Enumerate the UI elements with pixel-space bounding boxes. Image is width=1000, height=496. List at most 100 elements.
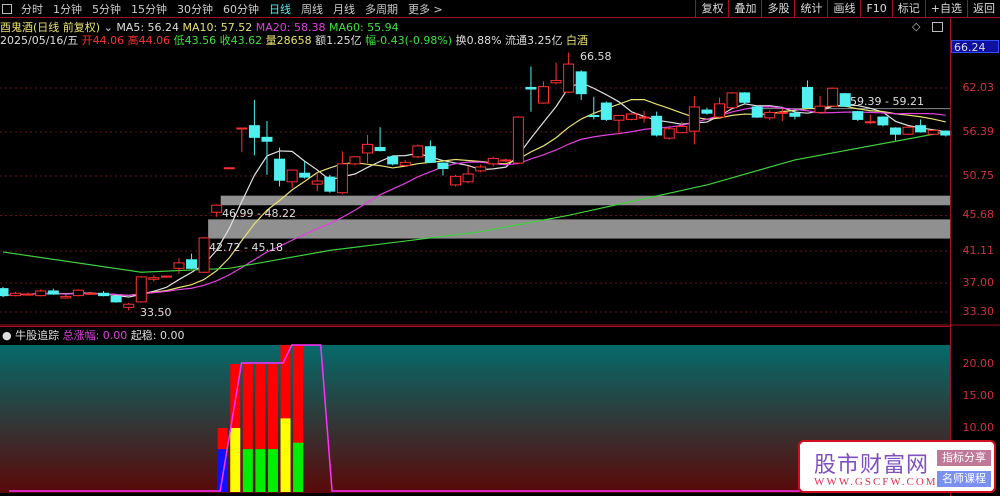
toolbar-button[interactable]: 复权 — [695, 0, 728, 18]
candle[interactable] — [437, 162, 449, 176]
candle[interactable] — [374, 127, 386, 152]
candle[interactable] — [487, 156, 499, 167]
toolbar-button[interactable]: 多股 — [761, 0, 794, 18]
candle[interactable] — [739, 92, 751, 104]
candle[interactable] — [462, 166, 474, 184]
candle-body — [801, 86, 813, 109]
candle[interactable] — [538, 81, 550, 104]
candle[interactable] — [588, 96, 600, 120]
candle[interactable] — [135, 276, 147, 303]
panel-icon[interactable] — [932, 22, 943, 32]
candle[interactable] — [72, 289, 84, 297]
candle[interactable] — [889, 127, 901, 141]
candle[interactable] — [261, 120, 273, 175]
candle[interactable] — [0, 287, 9, 298]
period-tab[interactable]: 多周期 — [360, 3, 403, 16]
candle[interactable] — [864, 114, 876, 125]
period-tab[interactable]: 月线 — [328, 3, 360, 16]
candle[interactable] — [764, 110, 776, 121]
candle[interactable] — [814, 96, 826, 114]
candle[interactable] — [160, 275, 172, 278]
period-tab[interactable]: 周线 — [296, 3, 328, 16]
candle[interactable] — [450, 174, 462, 187]
candle[interactable] — [613, 114, 625, 135]
period-tab[interactable]: 更多 > — [403, 3, 448, 16]
candle[interactable] — [751, 106, 763, 118]
candle[interactable] — [173, 258, 185, 274]
candle[interactable] — [362, 135, 374, 164]
diamond-icon[interactable]: ◇ — [912, 20, 920, 33]
candle[interactable] — [123, 302, 135, 311]
period-tab[interactable]: 1分钟 — [48, 3, 87, 16]
period-tab[interactable]: 15分钟 — [126, 3, 172, 16]
price-axis: 62.03 56.39 50.75 45.68 41.11 37.00 33.30 20.00… — [950, 18, 1000, 496]
candle[interactable] — [512, 116, 524, 164]
indicator-name[interactable]: 牛股追踪 — [15, 329, 59, 342]
price-tick: 56.39 — [962, 124, 995, 138]
candle-body — [927, 129, 939, 135]
candle[interactable] — [110, 294, 122, 303]
candle[interactable] — [776, 108, 788, 121]
candle[interactable] — [60, 294, 72, 299]
kline-chart[interactable]: 66.58 33.50 46.99 - 48.22 42.72 - 45.18 … — [0, 0, 1000, 496]
candle[interactable] — [349, 156, 361, 166]
candle[interactable] — [186, 253, 198, 270]
candle[interactable] — [35, 289, 47, 297]
candle[interactable] — [563, 52, 575, 93]
candle[interactable] — [336, 151, 348, 195]
candle[interactable] — [688, 96, 700, 145]
period-tab[interactable]: 日线 — [264, 3, 296, 16]
candle[interactable] — [726, 92, 738, 109]
candle[interactable] — [98, 290, 110, 297]
toolbar-button[interactable]: 标记 — [891, 0, 925, 18]
candle[interactable] — [10, 291, 22, 297]
toolbar-button[interactable]: 画线 — [827, 0, 860, 18]
candle[interactable] — [827, 87, 839, 107]
candle[interactable] — [424, 140, 436, 164]
period-tab[interactable]: 5分钟 — [87, 3, 126, 16]
candle[interactable] — [915, 119, 927, 133]
toolbar-button[interactable]: +自选 — [924, 0, 967, 18]
toolbar-button[interactable]: 统计 — [794, 0, 827, 18]
candle[interactable] — [274, 147, 286, 187]
period-tab[interactable]: 分时 — [16, 3, 48, 16]
quote-sector[interactable]: 白酒 — [566, 34, 588, 47]
candle[interactable] — [927, 129, 939, 136]
candle[interactable] — [475, 164, 487, 173]
candle[interactable] — [500, 158, 512, 163]
candle[interactable] — [902, 126, 914, 136]
candle[interactable] — [198, 237, 210, 274]
panel-toggle-icon[interactable] — [2, 3, 12, 14]
candle[interactable] — [223, 167, 235, 170]
candle[interactable] — [638, 110, 650, 123]
candle[interactable] — [626, 113, 637, 121]
candle[interactable] — [324, 174, 336, 193]
candle[interactable] — [852, 110, 864, 121]
chevron-down-icon[interactable]: ● — [2, 329, 12, 342]
candle[interactable] — [877, 116, 889, 127]
indicator-bar — [255, 364, 266, 492]
candle[interactable] — [248, 99, 260, 156]
candle[interactable] — [148, 275, 160, 282]
quote-turnover: 换0.88% — [455, 34, 502, 47]
candle[interactable] — [387, 155, 399, 166]
toolbar-button[interactable]: 叠加 — [728, 0, 761, 18]
candle[interactable] — [701, 107, 713, 115]
candle[interactable] — [575, 70, 587, 100]
candle[interactable] — [713, 97, 725, 118]
period-tab[interactable]: 30分钟 — [172, 3, 218, 16]
candle[interactable] — [600, 101, 612, 121]
candle[interactable] — [525, 66, 537, 112]
candle[interactable] — [839, 92, 851, 107]
candle[interactable] — [85, 291, 97, 295]
candle[interactable] — [801, 80, 813, 110]
candle[interactable] — [47, 288, 59, 295]
candle[interactable] — [550, 62, 562, 85]
candle[interactable] — [22, 292, 34, 296]
candle[interactable] — [651, 111, 663, 137]
period-tab[interactable]: 60分钟 — [218, 3, 264, 16]
toolbar-button[interactable]: 返回 — [967, 0, 1000, 18]
candle[interactable] — [286, 169, 298, 189]
candle[interactable] — [412, 144, 424, 159]
toolbar-button[interactable]: F10 — [860, 0, 891, 18]
